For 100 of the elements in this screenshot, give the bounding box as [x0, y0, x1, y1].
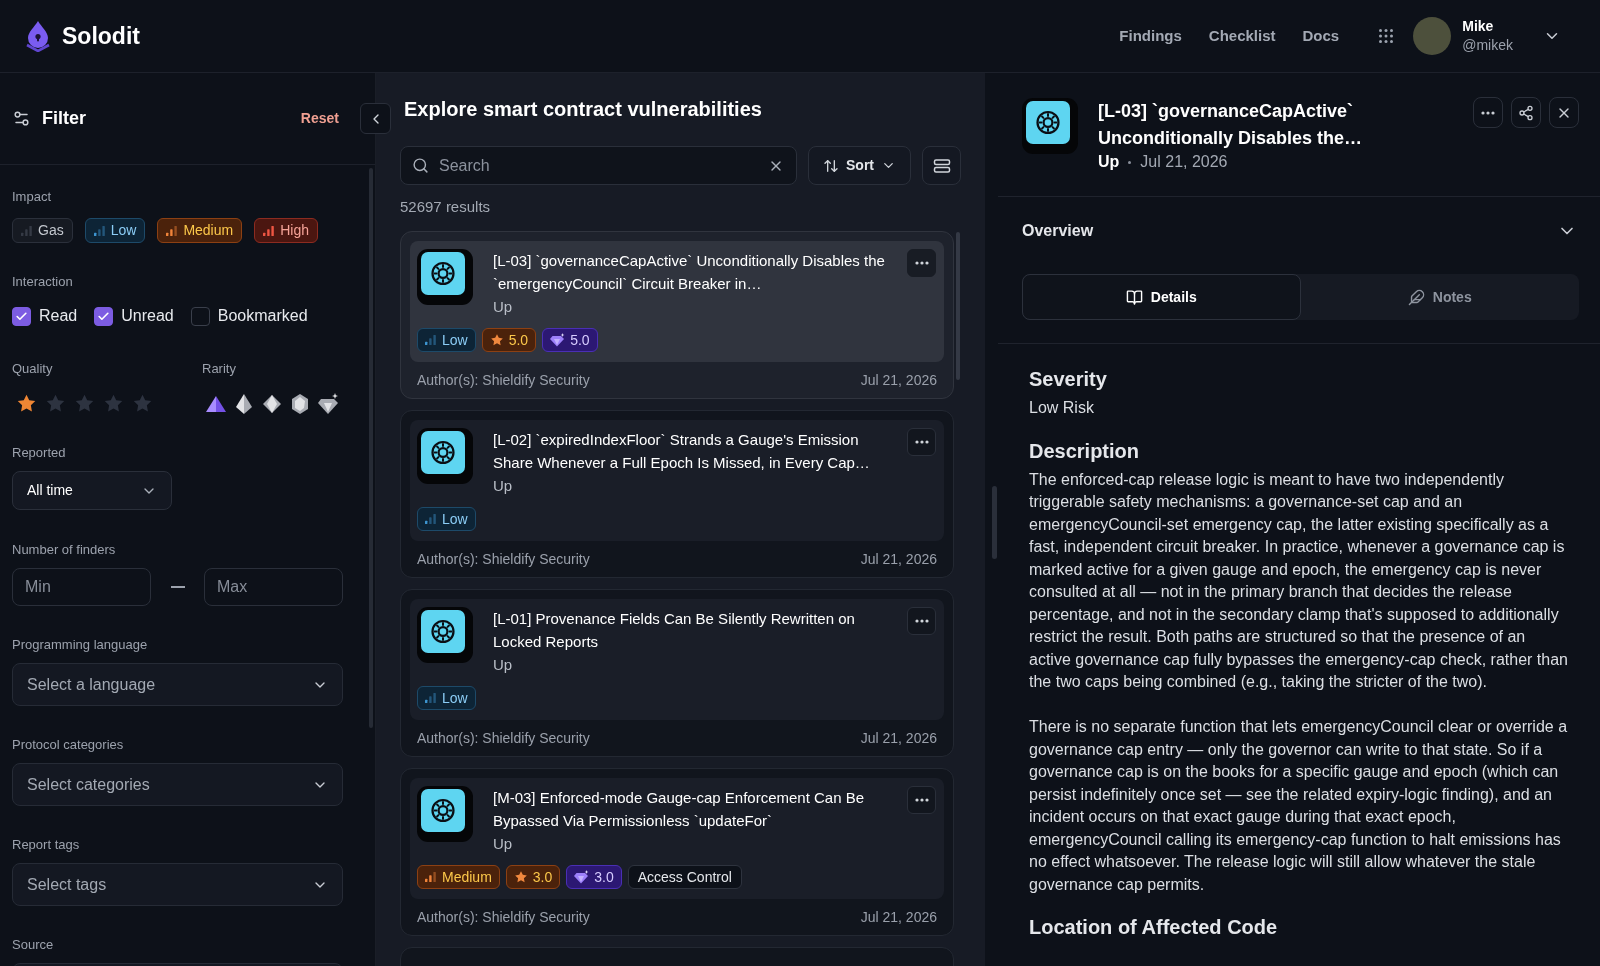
impact-chip[interactable]: Medium — [157, 218, 243, 243]
signal-bars-icon — [93, 225, 105, 236]
finding-title[interactable]: [L-02] `expiredIndexFloor` Strands a Gauge's Emission Share Whenever a Full Epoch Is Missed, in Every Cap… — [493, 428, 899, 474]
nav-link[interactable]: Docs — [1302, 24, 1340, 48]
more-button[interactable] — [907, 428, 936, 456]
project-logo-icon — [417, 428, 473, 484]
checkbox-label[interactable]: Read — [39, 304, 78, 328]
author-text: Author(s): Shieldify Security — [417, 549, 590, 569]
rarity-score: 3.0 — [594, 867, 614, 887]
select-field[interactable]: Select a language — [12, 663, 343, 706]
brand-name: Solodit — [62, 21, 140, 51]
feather-icon — [1407, 288, 1425, 306]
finding-title[interactable]: [M-03] Enforced-mode Gauge-cap Enforcement Can Be Bypassed Via Permissionless `updateFor` — [493, 786, 899, 832]
star-icon — [513, 870, 528, 884]
check-icon — [15, 309, 28, 323]
signal-bars-icon — [425, 693, 436, 703]
checkbox[interactable] — [190, 306, 210, 326]
share-icon — [1518, 104, 1534, 121]
star-icon[interactable] — [45, 393, 66, 414]
logo-icon — [25, 20, 51, 52]
finding-card[interactable]: [M-03] Enforced-mode Gauge-cap Enforcement Can Be Bypassed Via Permissionless `updateFor` Up Medium 3.0 3.0 Access Control Author(s): Shieldify Security Jul 21, 2026 — [400, 768, 954, 936]
severity-label: Medium — [442, 867, 492, 887]
star-icon — [489, 333, 504, 347]
more-button[interactable] — [1473, 97, 1503, 128]
section-heading: Description — [1029, 438, 1141, 464]
more-icon — [914, 261, 929, 265]
author-text: Author(s): Shieldify Security — [417, 728, 590, 748]
min-input[interactable]: Min — [12, 568, 151, 606]
more-button[interactable] — [907, 607, 936, 635]
select-field[interactable]: Select tags — [12, 863, 343, 906]
impact-chip[interactable]: Low — [84, 218, 146, 243]
pyramid-gem-icon[interactable] — [233, 393, 255, 415]
severity-label: Low — [442, 330, 468, 350]
more-icon — [914, 798, 929, 802]
checkbox[interactable] — [12, 306, 31, 326]
rows-icon — [932, 156, 951, 175]
section-label: Reported — [12, 445, 67, 461]
date-text: Jul 21, 2026 — [860, 907, 937, 927]
section-label: Protocol categories — [12, 737, 125, 753]
diamond-gem-icon[interactable] — [317, 393, 339, 415]
star-icon[interactable] — [74, 393, 95, 414]
filter-title: Filter — [42, 107, 86, 130]
nav-link[interactable]: Findings — [1119, 24, 1182, 48]
search-field[interactable]: Search — [400, 146, 797, 185]
checkbox[interactable] — [94, 306, 114, 326]
section-label: Programming language — [12, 637, 149, 653]
quality-score: 5.0 — [508, 330, 529, 350]
star-icon[interactable] — [16, 393, 37, 414]
check-icon — [97, 309, 111, 323]
finding-card[interactable]: [L-03] `governanceCapActive` Unconditionally Disables the `emergencyCouncil` Circuit Breaker in… Up Low 5.0 5.0 Author(s): Shieldify Security Jul 21, 2026 — [400, 231, 954, 399]
signal-bars-icon — [263, 225, 275, 236]
tab[interactable]: Details — [1022, 274, 1301, 320]
scrollbar-thumb[interactable] — [956, 232, 960, 380]
layout-toggle-button[interactable] — [922, 146, 961, 185]
more-button[interactable] — [907, 786, 936, 814]
nav-link[interactable]: Checklist — [1208, 24, 1276, 48]
gem-icon — [574, 870, 590, 884]
star-icon[interactable] — [103, 393, 124, 414]
sort-button[interactable]: Sort — [808, 146, 911, 185]
star-rating[interactable] — [16, 393, 153, 414]
date-text: Jul 21, 2026 — [1140, 152, 1228, 172]
date-text: Jul 21, 2026 — [860, 728, 937, 748]
protocol-name: Up — [493, 655, 514, 675]
author-text: Author(s): Shieldify Security — [417, 907, 590, 927]
user-name: Mike — [1462, 17, 1495, 36]
octahedron-gem-icon[interactable] — [261, 393, 283, 415]
close-button[interactable] — [1549, 97, 1579, 128]
overview-heading[interactable]: Overview — [1022, 219, 1094, 243]
gem-icon — [550, 333, 566, 347]
signal-bars-icon — [425, 335, 436, 345]
checkbox-label[interactable]: Bookmarked — [217, 304, 308, 328]
select-field[interactable]: Select categories — [12, 763, 343, 806]
collapse-button[interactable] — [360, 103, 391, 134]
results-count: 52697 results — [400, 197, 492, 217]
reset-button[interactable]: Reset — [300, 108, 339, 129]
checkbox-label[interactable]: Unread — [121, 304, 174, 328]
protocol-name: Up — [493, 297, 514, 317]
star-icon[interactable] — [132, 393, 153, 414]
share-button[interactable] — [1511, 97, 1541, 128]
signal-bars-icon — [425, 872, 436, 882]
paragraph: Low Risk — [1029, 398, 1095, 418]
section-label: Source — [12, 937, 55, 953]
finding-card[interactable]: [L-01] Provenance Fields Can Be Silently Rewritten on Locked Reports Up Low Author(s): Shieldify Security Jul 21, 2026 — [400, 589, 954, 757]
search-icon — [412, 157, 429, 174]
impact-chip[interactable]: Gas — [12, 218, 73, 243]
finding-title[interactable]: [L-03] `governanceCapActive` Unconditionally Disables the `emergencyCouncil` Circuit Breaker in… — [493, 249, 899, 295]
finding-card[interactable]: [L-02] `expiredIndexFloor` Strands a Gauge's Emission Share Whenever a Full Epoch Is Missed, in Every Cap… Up Low Author(s): Shieldify Security Jul 21, 2026 — [400, 410, 954, 578]
date-range-select[interactable]: All time — [12, 471, 172, 510]
max-input[interactable]: Max — [204, 568, 343, 606]
resize-handle[interactable] — [992, 486, 997, 559]
more-button[interactable] — [907, 249, 936, 277]
finding-title[interactable]: [L-01] Provenance Fields Can Be Silently Rewritten on Locked Reports — [493, 607, 899, 653]
more-icon — [1481, 110, 1495, 115]
section-heading: Location of Affected Code — [1029, 915, 1279, 940]
impact-chip[interactable]: High — [254, 218, 318, 243]
section-label: Number of finders — [12, 542, 117, 558]
tab[interactable]: Notes — [1300, 274, 1579, 320]
hexagon-gem-icon[interactable] — [289, 393, 311, 415]
date-text: Jul 21, 2026 — [860, 370, 937, 390]
apps-grid-icon[interactable] — [1379, 29, 1394, 43]
